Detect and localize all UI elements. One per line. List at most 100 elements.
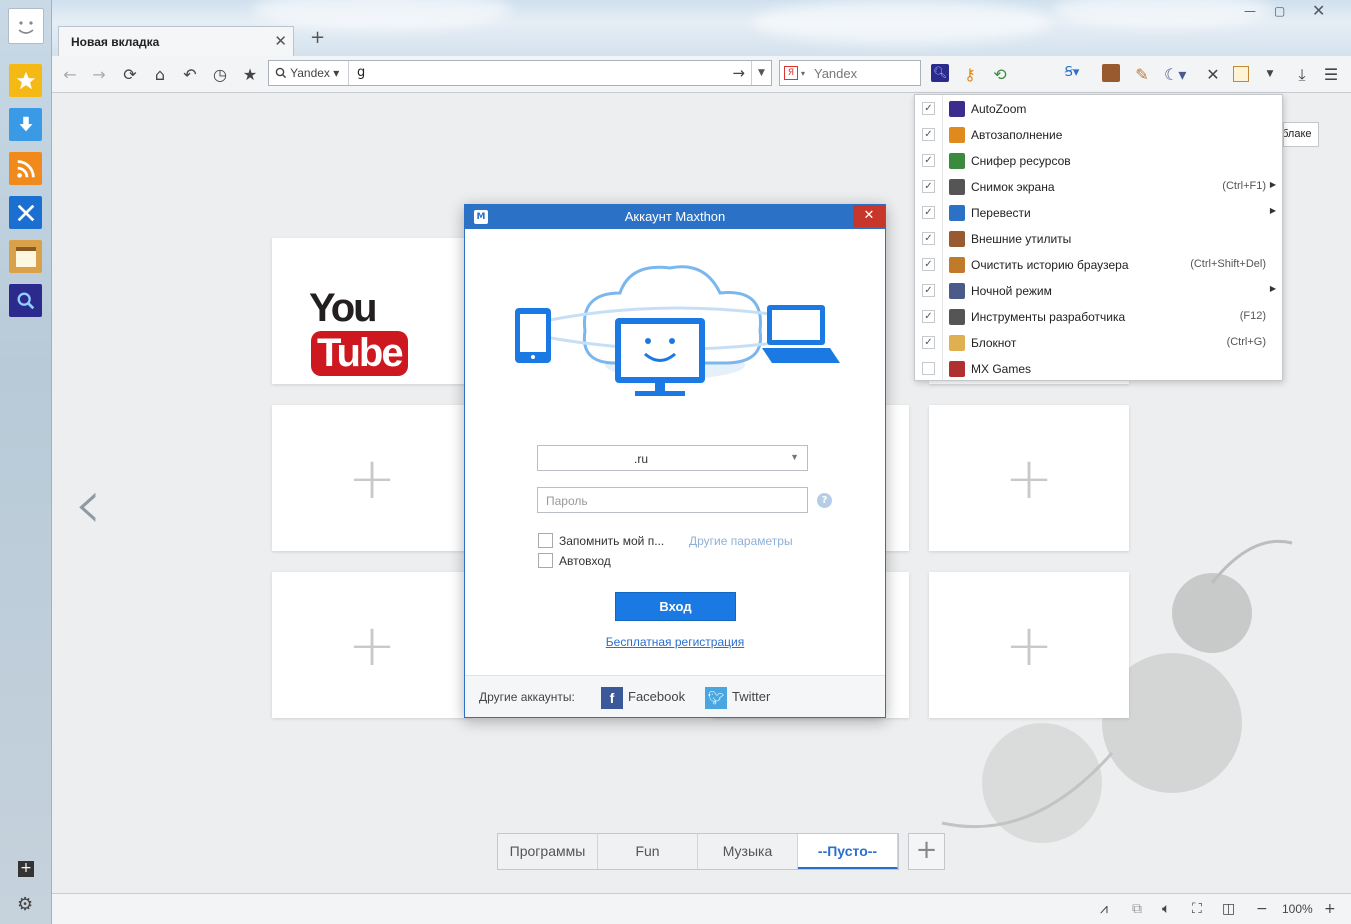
external-tools-icon[interactable] — [1102, 64, 1120, 82]
menu-item[interactable]: ✓ Очистить историю браузера (Ctrl+Shift+De… — [915, 252, 1282, 278]
screenshot-status-icon[interactable]: ⧉ — [1132, 901, 1142, 917]
add-tile-icon[interactable]: + — [929, 405, 1129, 551]
menu-item[interactable]: ✓ Ночной режим ▶ — [915, 278, 1282, 304]
group-tab[interactable]: Программы — [498, 834, 598, 869]
menu-item-checkbox[interactable]: ✓ — [922, 180, 935, 193]
menu-item[interactable]: MX Games — [915, 356, 1282, 382]
menu-item-checkbox[interactable]: ✓ — [922, 232, 935, 245]
developer-tools-icon[interactable]: ✕ — [1203, 65, 1223, 84]
login-button[interactable]: Вход — [615, 592, 736, 621]
forward-icon[interactable]: → — [89, 65, 109, 84]
tools-icon[interactable] — [9, 196, 42, 229]
downloads-icon[interactable] — [9, 108, 42, 141]
volume-icon[interactable]: 🔈︎ — [1162, 901, 1170, 917]
fullscreen-icon[interactable]: ⛶ — [1192, 901, 1202, 917]
extensions-dropdown-icon[interactable]: ▼ — [1260, 69, 1280, 79]
other-params-link[interactable]: Другие параметры — [689, 534, 793, 548]
new-tab-button[interactable]: + — [310, 27, 325, 48]
menu-item-checkbox[interactable]: ✓ — [922, 154, 935, 167]
group-tab-active[interactable]: --Пусто-- — [798, 834, 898, 869]
account-select[interactable]: .ru ▼ — [537, 445, 808, 471]
password-field[interactable]: Пароль — [537, 487, 808, 513]
menu-item[interactable]: ✓ Перевести ▶ — [915, 200, 1282, 226]
notepad-toolbar-icon[interactable] — [1233, 66, 1249, 82]
menu-item-checkbox[interactable]: ✓ — [922, 128, 935, 141]
go-arrow-icon[interactable]: → — [732, 64, 745, 82]
menu-item[interactable]: ✓ Инструменты разработчика (F12) — [915, 304, 1282, 330]
menu-item-checkbox[interactable]: ✓ — [922, 102, 935, 115]
broom-icon[interactable]: ✎ — [1132, 65, 1152, 84]
history-icon[interactable]: ◷ — [210, 65, 230, 84]
search-box[interactable]: Я ▾ Yandex — [779, 60, 921, 86]
autozoom-icon[interactable]: 🔍︎ — [931, 64, 949, 82]
menu-item-checkbox[interactable] — [922, 362, 935, 375]
zoom-level[interactable]: 100% — [1282, 902, 1313, 916]
translate-icon[interactable]: Ꞩ▾ — [1062, 65, 1082, 80]
sidebar-add-icon[interactable]: + — [18, 861, 34, 877]
minimize-button[interactable]: — — [1244, 4, 1256, 18]
magnifier-icon[interactable] — [9, 284, 42, 317]
speed-dial-tile[interactable]: + — [929, 572, 1129, 718]
search-input[interactable]: Yandex — [814, 66, 857, 81]
register-link[interactable]: Бесплатная регистрация — [465, 635, 885, 649]
favorites-star-icon[interactable] — [9, 64, 42, 97]
download-icon[interactable]: ⤓ — [1292, 65, 1312, 85]
menu-item[interactable]: ✓ Снимок экрана (Ctrl+F1) ▶ — [915, 174, 1282, 200]
menu-item-checkbox[interactable]: ✓ — [922, 284, 935, 297]
maximize-button[interactable]: ▢ — [1274, 4, 1285, 18]
help-icon[interactable]: ? — [817, 493, 832, 508]
sniffer-icon[interactable]: ⟲ — [990, 65, 1010, 84]
menu-item-checkbox[interactable]: ✓ — [922, 258, 935, 271]
remember-checkbox[interactable] — [538, 533, 553, 548]
chevron-down-icon[interactable]: ▼ — [790, 452, 799, 462]
close-tab-icon[interactable]: ✕ — [274, 32, 287, 50]
menu-item[interactable]: ✓ Снифер ресурсов — [915, 148, 1282, 174]
notepad-icon[interactable] — [9, 240, 42, 273]
speed-dial-tile[interactable]: + — [929, 405, 1129, 551]
group-tab[interactable]: Музыка — [698, 834, 798, 869]
night-mode-icon[interactable]: ☾▾ — [1164, 65, 1186, 84]
add-tile-icon[interactable]: + — [272, 572, 472, 718]
menu-item-checkbox[interactable]: ✓ — [922, 310, 935, 323]
add-tile-icon[interactable]: + — [272, 405, 472, 551]
favorite-star-icon[interactable]: ★ — [240, 65, 260, 84]
add-group-button[interactable]: + — [908, 833, 945, 870]
menu-icon[interactable]: ☰ — [1321, 65, 1341, 84]
activity-icon[interactable]: ⩘ — [1100, 901, 1108, 917]
zoom-in-icon[interactable]: + — [1324, 901, 1336, 917]
facebook-link[interactable]: Facebook — [628, 689, 685, 704]
twitter-icon[interactable]: 🐦︎ — [705, 687, 727, 709]
search-engine-selector[interactable]: Yandex ▾ — [275, 66, 339, 80]
menu-item[interactable]: ✓ Автозаполнение — [915, 122, 1282, 148]
address-dropdown-icon[interactable]: ▼ — [751, 61, 771, 85]
sidebar-settings-icon[interactable]: ⚙ — [17, 894, 33, 915]
dialog-close-button[interactable]: ✕ — [853, 205, 885, 227]
menu-item[interactable]: ✓ Блокнот (Ctrl+G) — [915, 330, 1282, 356]
back-icon[interactable]: ← — [60, 65, 80, 84]
profile-avatar-icon[interactable] — [8, 8, 44, 44]
zoom-out-icon[interactable]: − — [1256, 901, 1268, 917]
key-icon[interactable]: ⚷ — [960, 65, 980, 84]
add-tile-icon[interactable]: + — [929, 572, 1129, 718]
tab-new[interactable]: Новая вкладка ✕ — [58, 26, 294, 56]
menu-item-checkbox[interactable]: ✓ — [922, 336, 935, 349]
group-tab[interactable]: Fun — [598, 834, 698, 869]
speed-dial-tile[interactable]: + — [272, 572, 472, 718]
previous-page-icon[interactable]: ‹ — [74, 463, 102, 545]
facebook-icon[interactable]: f — [601, 687, 623, 709]
autologin-checkbox[interactable] — [538, 553, 553, 568]
address-bar[interactable]: Yandex ▾ g → ▼ — [268, 60, 772, 86]
menu-item[interactable]: ✓ AutoZoom — [915, 96, 1282, 122]
twitter-link[interactable]: Twitter — [732, 689, 770, 704]
home-icon[interactable]: ⌂ — [150, 65, 170, 84]
close-window-button[interactable]: ✕ — [1312, 1, 1325, 20]
refresh-icon[interactable]: ⟳ — [120, 65, 140, 84]
split-view-icon[interactable]: ◫ — [1222, 901, 1235, 917]
menu-item-checkbox[interactable]: ✓ — [922, 206, 935, 219]
speed-dial-tile[interactable]: + — [272, 405, 472, 551]
menu-item[interactable]: ✓ Внешние утилиты — [915, 226, 1282, 252]
undo-close-icon[interactable]: ↶ — [180, 65, 200, 84]
speed-dial-tile-youtube[interactable]: YouTube — [272, 238, 472, 384]
address-input[interactable]: g — [357, 65, 365, 80]
rss-icon[interactable] — [9, 152, 42, 185]
